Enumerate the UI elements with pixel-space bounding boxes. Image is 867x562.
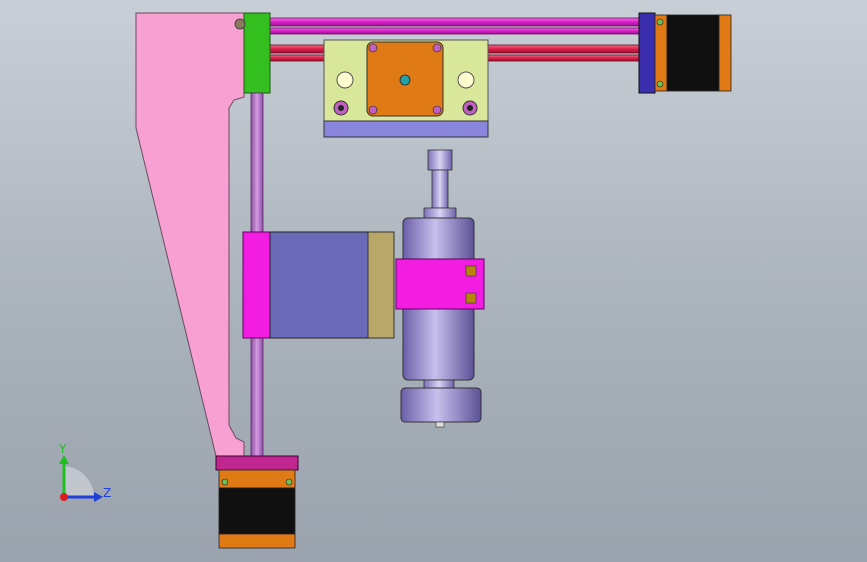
z-axis-label: Z (103, 486, 111, 500)
green-bracket-body (243, 12, 271, 94)
assembly-drawing: Y Z (58, 12, 732, 549)
slide-clamp (242, 231, 271, 339)
z-motor-screw-icon (285, 478, 293, 486)
x-motor-end-cap (718, 14, 732, 92)
carriage-hole-icon (457, 71, 475, 89)
triad-arc-icon (64, 466, 94, 497)
motor-screw-icon (432, 43, 442, 53)
spindle-nose (400, 387, 482, 423)
z-motor-base-plate (215, 455, 299, 471)
slide-body (269, 231, 369, 339)
x-motor-body (666, 14, 720, 92)
z-motor-screw-icon (221, 478, 229, 486)
spindle-top-shaft (431, 169, 449, 209)
bracket-bolt-icon (234, 18, 246, 30)
slide-face-plate (367, 231, 395, 339)
frame-plate-shape (135, 12, 245, 457)
y-axis-label: Y (58, 442, 67, 456)
y-axis-arrowhead-icon (59, 455, 69, 464)
spindle-tool-tip (435, 421, 445, 428)
z-slide-block[interactable] (242, 231, 395, 339)
motor-screw-icon (368, 105, 378, 115)
x-motor-assembly[interactable] (638, 12, 732, 94)
z-motor-assembly[interactable] (215, 455, 299, 549)
x-carriage[interactable] (323, 39, 489, 138)
x-motor-screw-icon (656, 18, 664, 26)
spindle-assembly[interactable] (395, 149, 485, 428)
carriage-base (323, 120, 489, 138)
motor-screw-icon (432, 105, 442, 115)
spindle-top-nut (427, 149, 453, 171)
coordinate-triad: Y Z (58, 442, 111, 502)
upper-rail-lower (265, 27, 643, 35)
spindle-clamp-bolt-icon (465, 292, 477, 304)
carriage-motor-shaft-icon (399, 74, 411, 86)
z-motor-body (218, 487, 296, 535)
carriage-hole-icon (336, 71, 354, 89)
x-end-plate (638, 12, 656, 94)
upper-rail (265, 17, 643, 27)
spindle-clamp-bolt-icon (465, 265, 477, 277)
motor-screw-icon (368, 43, 378, 53)
x-axis-point-icon (60, 493, 68, 501)
x-motor-screw-icon (656, 80, 664, 88)
cad-viewport[interactable]: Y Z (0, 0, 867, 562)
z-motor-end-cap (218, 533, 296, 549)
frame-side-plate[interactable] (135, 12, 245, 457)
x-motor-flange (654, 14, 668, 92)
z-motor-flange (218, 469, 296, 489)
z-axis-arrowhead-icon (94, 492, 103, 502)
